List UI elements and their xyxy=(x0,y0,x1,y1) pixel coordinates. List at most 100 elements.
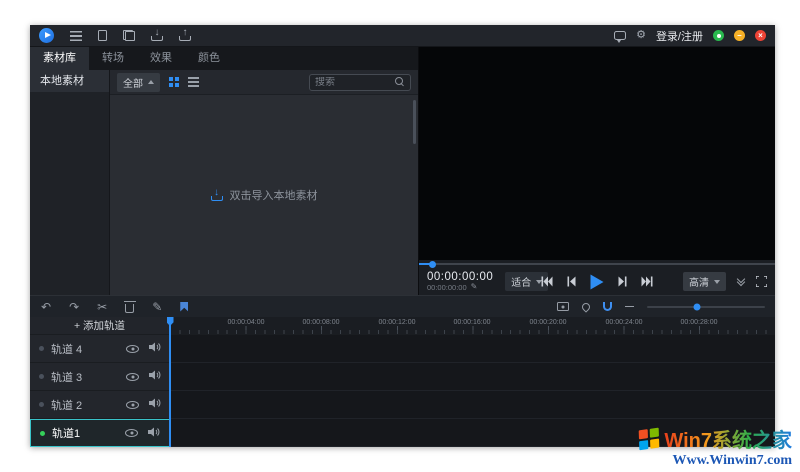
export-file-icon[interactable]: ↑ xyxy=(179,29,191,42)
record-dot-icon xyxy=(40,431,45,436)
filter-label: 全部 xyxy=(123,75,143,90)
menu-icon[interactable] xyxy=(70,31,82,41)
watermark: Win7系统之家 Www.Winwin7.com xyxy=(639,424,792,469)
quality-dropdown[interactable]: 高清 xyxy=(683,272,726,291)
playhead[interactable] xyxy=(169,317,171,447)
timeline-lane[interactable] xyxy=(170,363,775,391)
play-button[interactable] xyxy=(591,274,604,289)
toggle-visibility-eye-icon[interactable] xyxy=(126,345,139,353)
titlebar: ↓ ↑ ⚙ 登录/注册 – × xyxy=(30,25,775,47)
login-register-link[interactable]: 登录/注册 xyxy=(656,28,703,44)
marker-pin-icon[interactable] xyxy=(580,301,591,312)
support-button[interactable] xyxy=(713,30,724,41)
track-header-4[interactable]: 轨道 4 xyxy=(30,335,170,363)
delete-trash-icon[interactable] xyxy=(125,304,134,313)
track-label: 轨道1 xyxy=(52,425,80,441)
tab-transitions[interactable]: 转场 xyxy=(89,47,137,70)
track-header-3[interactable]: 轨道 3 xyxy=(30,363,170,391)
split-scissors-icon[interactable]: ✂ xyxy=(97,301,107,313)
progress-handle[interactable] xyxy=(429,261,436,268)
sidebar-item-local-media[interactable]: 本地素材 xyxy=(30,70,109,92)
transport-controls xyxy=(542,274,653,289)
project-library-icon[interactable] xyxy=(123,30,135,41)
windows-logo-icon xyxy=(639,428,659,450)
filter-dropdown[interactable]: 全部 xyxy=(117,73,160,92)
track-label: 轨道 2 xyxy=(51,397,82,413)
ruler-label: 00:00:08:00 xyxy=(303,319,340,326)
fullscreen-icon[interactable] xyxy=(756,276,767,287)
tab-media-library[interactable]: 素材库 xyxy=(30,47,89,70)
track-header-1[interactable]: 轨道1 xyxy=(30,419,170,447)
zoom-slider[interactable] xyxy=(647,306,765,308)
feedback-chat-icon[interactable] xyxy=(614,31,626,40)
timeline-toolbar: ↶ ↷ ✂ ✎ xyxy=(30,295,775,317)
ruler-label: 00:00:24:00 xyxy=(606,319,643,326)
ruler-label: 00:00:20:00 xyxy=(530,319,567,326)
search-box xyxy=(309,74,411,91)
step-back-button[interactable] xyxy=(568,277,576,287)
search-input[interactable] xyxy=(315,77,395,88)
minimize-button[interactable]: – xyxy=(734,30,745,41)
toggle-visibility-eye-icon[interactable] xyxy=(126,401,139,409)
caret-up-icon xyxy=(148,80,154,84)
add-marker-icon[interactable] xyxy=(180,302,188,312)
arrow-up-icon: ↑ xyxy=(183,27,188,38)
record-dot-icon xyxy=(39,374,44,379)
media-content: ↓ 双击导入本地素材 xyxy=(110,95,418,295)
toggle-mute-speaker-icon[interactable] xyxy=(148,427,160,440)
track-label: 轨道 4 xyxy=(51,341,82,357)
track-label: 轨道 3 xyxy=(51,369,82,385)
import-hint[interactable]: ↓ 双击导入本地素材 xyxy=(211,187,318,203)
preview-progress-bar[interactable] xyxy=(419,260,775,268)
timecode-display: 00:00:00:00 00:00:00:00 ✎ xyxy=(427,271,493,292)
tab-effects[interactable]: 效果 xyxy=(137,47,185,70)
quality-label: 高清 xyxy=(689,274,709,289)
add-track-button[interactable]: + 添加轨道 xyxy=(30,317,170,335)
redo-icon[interactable]: ↷ xyxy=(69,301,79,313)
record-dot-icon xyxy=(39,402,44,407)
preview-stage xyxy=(419,47,775,260)
magnet-snap-icon[interactable] xyxy=(603,302,612,311)
toggle-visibility-eye-icon[interactable] xyxy=(125,429,138,437)
timeline-lane[interactable] xyxy=(170,391,775,419)
import-file-icon[interactable]: ↓ xyxy=(151,29,163,42)
undo-icon[interactable]: ↶ xyxy=(41,301,51,313)
search-icon[interactable] xyxy=(395,77,405,87)
current-time: 00:00:00:00 xyxy=(427,271,493,284)
previous-clip-button[interactable] xyxy=(542,277,553,287)
toggle-mute-speaker-icon[interactable] xyxy=(149,398,161,411)
arrow-down-icon: ↓ xyxy=(155,27,160,38)
step-forward-button[interactable] xyxy=(619,277,627,287)
edit-time-icon[interactable]: ✎ xyxy=(471,283,478,292)
toggle-mute-speaker-icon[interactable] xyxy=(149,370,161,383)
ruler-label: 00:00:16:00 xyxy=(454,319,491,326)
preview-panel: 00:00:00:00 00:00:00:00 ✎ 适合 xyxy=(418,47,775,295)
timeline-ruler[interactable]: 00:00:04:00 00:00:08:00 00:00:12:00 00:0… xyxy=(170,317,775,335)
zoom-slider-handle[interactable] xyxy=(693,303,700,310)
edit-pencil-icon[interactable]: ✎ xyxy=(152,301,162,313)
collapse-chevrons-icon[interactable] xyxy=(738,279,744,285)
panel-tabs: 素材库 转场 效果 颜色 xyxy=(30,47,418,70)
import-hint-label: 双击导入本地素材 xyxy=(230,187,318,203)
caret-down-icon xyxy=(714,280,720,284)
app-window: ↓ ↑ ⚙ 登录/注册 – × 素材库 转场 效果 颜色 本地素材 全部 xyxy=(30,25,775,447)
record-dot-icon xyxy=(39,346,44,351)
toggle-mute-speaker-icon[interactable] xyxy=(149,342,161,355)
toggle-visibility-eye-icon[interactable] xyxy=(126,373,139,381)
close-button[interactable]: × xyxy=(755,30,766,41)
media-scrollbar[interactable] xyxy=(413,100,416,144)
track-header-2[interactable]: 轨道 2 xyxy=(30,391,170,419)
app-logo-icon xyxy=(39,28,54,43)
snapshot-icon[interactable] xyxy=(557,302,569,311)
fit-label: 适合 xyxy=(511,274,531,289)
track-headers: 轨道 4 轨道 3 轨道 2 轨道1 xyxy=(30,335,170,447)
arrow-down-icon: ↓ xyxy=(214,187,219,198)
zoom-out-icon[interactable] xyxy=(625,306,634,308)
tab-colors[interactable]: 颜色 xyxy=(185,47,233,70)
grid-view-icon[interactable] xyxy=(169,77,179,87)
next-clip-button[interactable] xyxy=(642,277,653,287)
list-view-icon[interactable] xyxy=(188,77,199,87)
new-project-icon[interactable] xyxy=(98,30,107,41)
timeline-lane[interactable] xyxy=(170,335,775,363)
settings-gear-icon[interactable]: ⚙ xyxy=(636,30,646,41)
